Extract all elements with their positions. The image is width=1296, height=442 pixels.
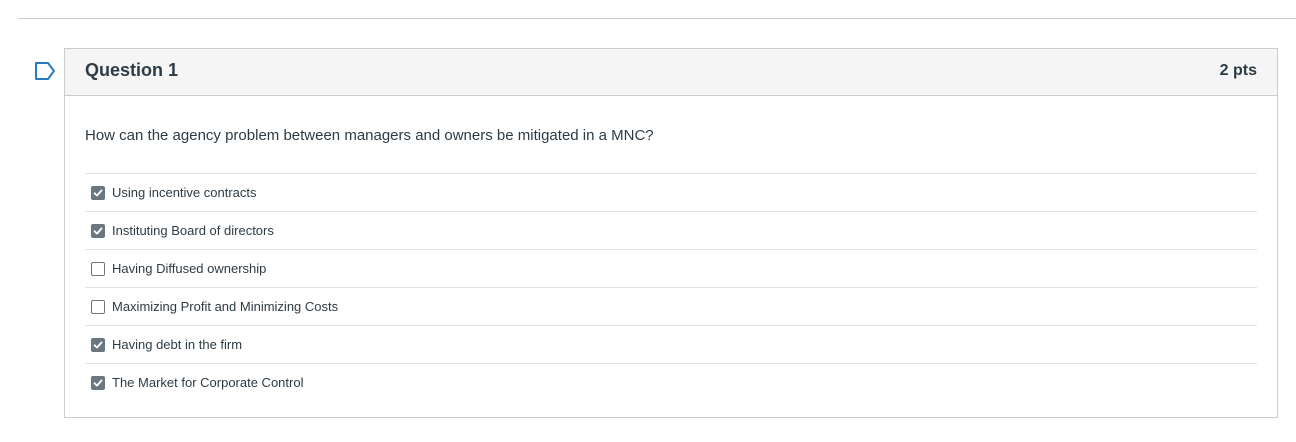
question-title: Question 1 xyxy=(85,60,179,80)
checkmark-icon xyxy=(93,341,103,348)
answer-label: Maximizing Profit and Minimizing Costs xyxy=(112,299,339,314)
answer-option[interactable]: Having Diffused ownership xyxy=(85,250,1257,288)
answer-option[interactable]: Instituting Board of directors xyxy=(85,212,1257,250)
flag-question-icon[interactable] xyxy=(34,60,56,82)
answer-label: The Market for Corporate Control xyxy=(112,375,304,390)
question-header: Question 1 2 pts xyxy=(65,49,1277,96)
question-text: How can the agency problem between manag… xyxy=(85,126,1257,174)
top-divider xyxy=(18,18,1296,19)
checkbox[interactable] xyxy=(91,375,105,390)
answer-option[interactable]: Having debt in the firm xyxy=(85,326,1257,364)
answer-option[interactable]: Using incentive contracts xyxy=(85,174,1257,212)
answer-label: Having debt in the firm xyxy=(112,337,243,352)
checkbox[interactable] xyxy=(91,261,105,276)
checkmark-icon xyxy=(93,227,103,234)
answer-list: Using incentive contracts Instituting Bo… xyxy=(85,174,1257,401)
checkbox[interactable] xyxy=(91,299,105,314)
checkbox[interactable] xyxy=(91,337,105,352)
answer-option[interactable]: The Market for Corporate Control xyxy=(85,364,1257,401)
answer-label: Using incentive contracts xyxy=(112,185,257,200)
checkbox[interactable] xyxy=(91,223,105,238)
checkbox[interactable] xyxy=(91,185,105,200)
answer-option[interactable]: Maximizing Profit and Minimizing Costs xyxy=(85,288,1257,326)
question-body: How can the agency problem between manag… xyxy=(65,126,1277,401)
question-points: 2 pts xyxy=(1219,62,1257,79)
answer-label: Having Diffused ownership xyxy=(112,261,267,276)
answer-label: Instituting Board of directors xyxy=(112,223,274,238)
question-card: Question 1 2 pts How can the agency prob… xyxy=(64,48,1278,418)
checkmark-icon xyxy=(93,379,103,386)
checkmark-icon xyxy=(93,189,103,196)
